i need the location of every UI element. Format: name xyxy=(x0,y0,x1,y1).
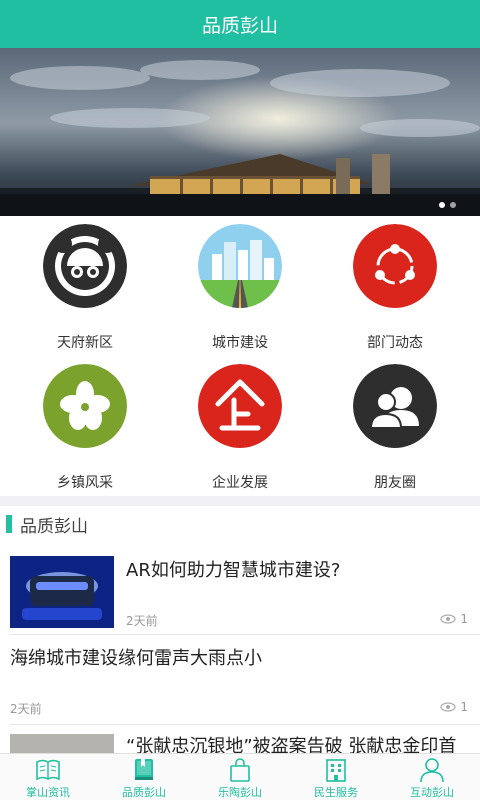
eye-icon xyxy=(440,614,456,624)
tab-label: 品质彭山 xyxy=(122,786,166,799)
news-thumbnail xyxy=(10,734,114,753)
city-icon xyxy=(198,224,282,308)
tab-label: 乐陶彭山 xyxy=(218,786,262,799)
shopping-bag-icon xyxy=(230,758,250,782)
tab-label: 掌山资讯 xyxy=(26,786,70,799)
section-title: 品质彭山 xyxy=(20,516,88,537)
bottom-tab-bar: 掌山资讯 品质彭山 乐陶彭山 民生服务 互动彭山 xyxy=(0,753,480,800)
news-thumbnail xyxy=(10,556,114,628)
person-icon xyxy=(420,758,444,783)
news-view-count: 1 xyxy=(460,612,468,626)
grid-item-department[interactable]: 部门动态 xyxy=(315,216,475,356)
news-views: 1 xyxy=(440,612,468,626)
title-bar: 品质彭山 xyxy=(0,0,480,48)
section-accent-bar xyxy=(6,515,12,533)
grid-item-towns[interactable]: 乡镇风采 xyxy=(5,356,165,496)
grid-item-label: 乡镇风采 xyxy=(57,475,113,491)
news-divider xyxy=(10,724,480,725)
news-view-count: 1 xyxy=(460,700,468,714)
enterprise-icon xyxy=(198,364,282,448)
news-title: “张献忠沉银地”被盗案告破 张献忠金印首 xyxy=(126,736,457,753)
grid-item-label: 城市建设 xyxy=(212,335,268,351)
carousel-dot[interactable] xyxy=(439,202,445,208)
section-header: 品质彭山 xyxy=(0,506,480,542)
friends-icon xyxy=(353,364,437,448)
carousel-dot[interactable] xyxy=(450,202,456,208)
news-time: 2天前 xyxy=(126,614,158,628)
grid-item-city[interactable]: 城市建设 xyxy=(160,216,320,356)
grid-item-enterprise[interactable]: 企业发展 xyxy=(160,356,320,496)
banner-image xyxy=(0,48,480,216)
book-icon xyxy=(36,759,60,781)
tab-services[interactable]: 民生服务 xyxy=(288,754,384,800)
grid-item-label: 朋友圈 xyxy=(374,475,416,491)
flower-icon xyxy=(43,364,127,448)
tab-interact[interactable]: 互动彭山 xyxy=(384,754,480,800)
category-grid: 天府新区 城市建设 部门动态 乡镇风采 企业发展 朋友圈 xyxy=(0,216,480,496)
tab-quality[interactable]: 品质彭山 xyxy=(96,754,192,800)
news-views: 1 xyxy=(440,700,468,714)
news-title: 海绵城市建设缘何雷声大雨点小 xyxy=(10,648,262,669)
carousel-indicator xyxy=(439,202,456,208)
grid-item-friends[interactable]: 朋友圈 xyxy=(315,356,475,496)
grid-item-label: 企业发展 xyxy=(212,475,268,491)
panda-icon xyxy=(43,224,127,308)
page-title: 品质彭山 xyxy=(201,14,278,37)
share-icon xyxy=(353,224,437,308)
news-item[interactable]: AR如何助力智慧城市建设? 2天前 1 xyxy=(0,554,480,632)
news-divider xyxy=(10,634,480,635)
banner-carousel[interactable] xyxy=(0,48,480,216)
grid-item-label: 部门动态 xyxy=(367,335,423,351)
eye-icon xyxy=(440,702,456,712)
tab-news[interactable]: 掌山资讯 xyxy=(0,754,96,800)
section-separator xyxy=(0,496,480,506)
news-title: AR如何助力智慧城市建设? xyxy=(126,560,341,581)
grid-item-label: 天府新区 xyxy=(57,335,113,351)
building-icon xyxy=(326,759,346,782)
grid-item-tianfu[interactable]: 天府新区 xyxy=(5,216,165,356)
tab-label: 民生服务 xyxy=(314,786,358,799)
news-item[interactable]: 海绵城市建设缘何雷声大雨点小 2天前 1 xyxy=(0,640,480,720)
bookmark-book-icon xyxy=(135,759,153,780)
tab-label: 互动彭山 xyxy=(410,786,454,799)
tab-pottery[interactable]: 乐陶彭山 xyxy=(192,754,288,800)
news-item[interactable]: “张献忠沉银地”被盗案告破 张献忠金印首 xyxy=(0,730,480,753)
news-time: 2天前 xyxy=(10,702,42,716)
